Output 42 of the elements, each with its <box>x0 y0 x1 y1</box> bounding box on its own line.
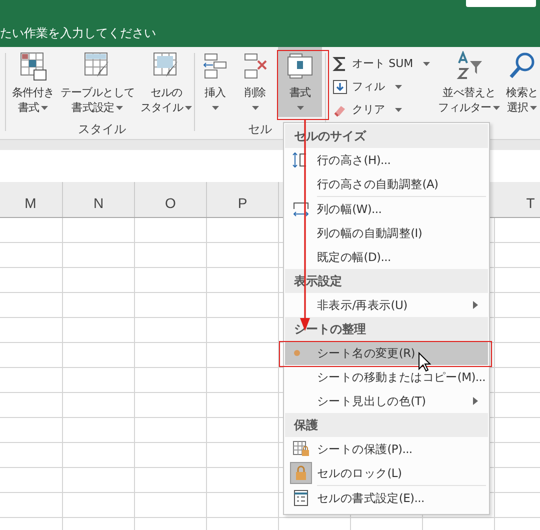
ribbon-button[interactable]: 並べ替えと フィルター <box>436 47 502 117</box>
column-header[interactable]: O <box>165 194 176 210</box>
menu-section-header: 保護 <box>294 416 318 434</box>
cells-icon <box>285 51 316 81</box>
ribbon-button[interactable]: 書式 <box>278 47 322 117</box>
column-width-icon <box>292 200 310 218</box>
ribbon-button[interactable]: 検索と 選択 <box>504 47 540 117</box>
annotation-box <box>277 50 329 120</box>
menu-item[interactable]: シートの保護(P)... <box>285 437 488 461</box>
menu-item[interactable]: シート名の変更(R) <box>285 341 488 365</box>
ribbon-button[interactable]: クリア <box>332 99 402 120</box>
column-header[interactable]: M <box>24 194 36 210</box>
format-cells-icon <box>292 489 310 507</box>
mouse-cursor-icon <box>418 352 431 372</box>
ribbon-button[interactable]: テーブルとして 書式設定 <box>58 47 137 117</box>
ribbon-button[interactable]: 挿入 <box>198 47 232 117</box>
menu-item[interactable]: シート見出しの色(T) <box>285 389 488 413</box>
menu-item[interactable]: シートの移動またはコピー(M)... <box>285 365 488 389</box>
ribbon-button[interactable]: セルの スタイル <box>138 47 194 117</box>
menu-item[interactable]: 既定の幅(D)... <box>285 245 488 269</box>
column-header[interactable]: T <box>526 194 535 210</box>
sheet-lock-icon <box>292 440 310 458</box>
ribbon-button[interactable]: 条件付き 書式 <box>10 47 56 117</box>
menu-item[interactable]: 行の高さの自動調整(A) <box>285 172 488 196</box>
table-format-icon <box>18 51 48 81</box>
ribbon-button[interactable]: 削除 <box>238 47 272 117</box>
column-header[interactable]: P <box>238 194 248 210</box>
menu-item[interactable]: 列の幅の自動調整(I) <box>285 221 488 245</box>
ribbon-button[interactable]: フィル <box>332 76 402 97</box>
sort-filter-icon <box>454 51 484 81</box>
fill-down-icon <box>332 78 348 94</box>
group-label: スタイル <box>78 121 126 137</box>
ribbon-button[interactable]: オート SUM <box>332 53 430 74</box>
column-header[interactable]: N <box>93 194 104 210</box>
group-label: セル <box>248 121 272 137</box>
menu-item[interactable]: 非表示/再表示(U) <box>285 293 488 317</box>
menu-item[interactable]: 列の幅(W)... <box>285 197 488 221</box>
menu-item[interactable]: セルの書式設定(E)... <box>285 486 488 510</box>
menu-item[interactable]: セルのロック(L) <box>285 461 488 485</box>
bullet-icon <box>294 350 300 356</box>
menu-item[interactable]: 行の高さ(H)... <box>285 148 488 172</box>
tell-me-search[interactable]: たい作業を入力してください <box>0 25 156 42</box>
